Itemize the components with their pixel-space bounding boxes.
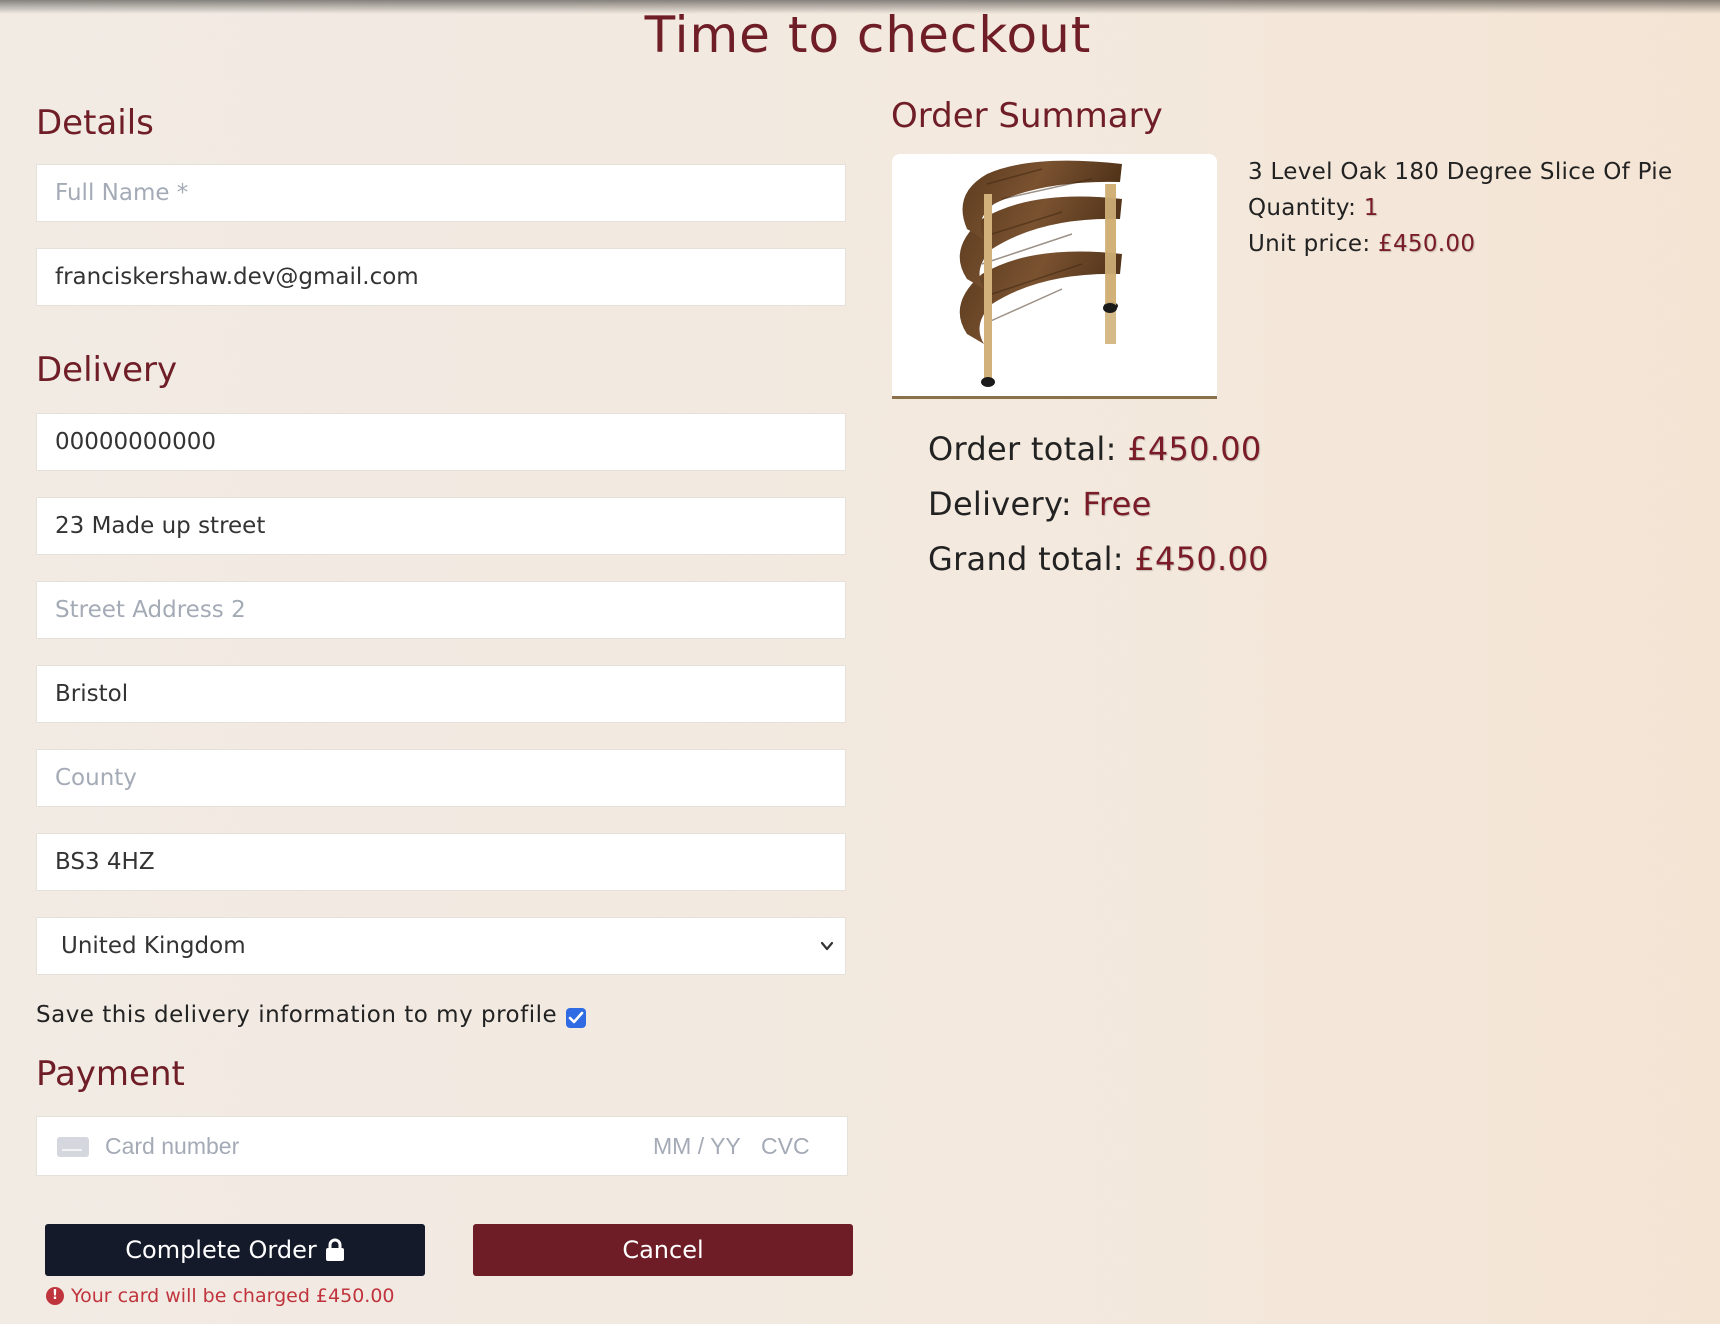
save-info-checkbox[interactable] [566, 1008, 586, 1028]
product-name[interactable]: 3 Level Oak 180 Degree Slice Of Pie [1248, 154, 1672, 190]
credit-card-icon [57, 1137, 89, 1157]
exclamation-circle-icon: ! [46, 1287, 64, 1305]
complete-order-button[interactable]: Complete Order [45, 1224, 425, 1276]
delivery-heading: Delivery [36, 350, 178, 390]
grand-total-label: Grand total: [928, 540, 1124, 578]
unit-price-value: £450.00 [1378, 231, 1476, 257]
chevron-down-icon [820, 941, 834, 951]
order-total-value: £450.00 [1127, 430, 1262, 468]
cancel-button[interactable]: Cancel [473, 1224, 853, 1276]
product-quantity-row: Quantity: 1 [1248, 190, 1672, 226]
complete-order-label: Complete Order [125, 1236, 317, 1264]
product-image[interactable] [892, 154, 1217, 399]
product-unit-price-row: Unit price: £450.00 [1248, 226, 1672, 262]
card-number-field[interactable]: Card number [105, 1133, 239, 1160]
postcode-input[interactable] [36, 833, 846, 891]
country-selected-value: United Kingdom [61, 933, 246, 959]
cancel-label: Cancel [622, 1236, 704, 1264]
delivery-cost-label: Delivery: [928, 485, 1072, 523]
oak-shelf-illustration [959, 160, 1122, 387]
quantity-value: 1 [1363, 195, 1379, 221]
country-select[interactable]: United Kingdom [36, 917, 846, 975]
order-totals: Order total: £450.00 Delivery: Free Gran… [928, 422, 1269, 587]
grand-total-row: Grand total: £450.00 [928, 532, 1269, 587]
product-info: 3 Level Oak 180 Degree Slice Of Pie Quan… [1248, 154, 1672, 262]
card-cvc-field[interactable]: CVC [761, 1133, 810, 1160]
street-address-1-input[interactable] [36, 497, 846, 555]
charge-notice: ! Your card will be charged £450.00 [46, 1285, 395, 1307]
phone-input[interactable] [36, 413, 846, 471]
charge-notice-text: Your card will be charged £450.00 [71, 1285, 395, 1307]
full-name-input[interactable] [36, 164, 846, 222]
card-expiry-field[interactable]: MM / YY [653, 1133, 741, 1160]
order-total-label: Order total: [928, 430, 1117, 468]
checkmark-icon [568, 1011, 584, 1024]
grand-total-value: £450.00 [1134, 540, 1269, 578]
order-total-row: Order total: £450.00 [928, 422, 1269, 477]
payment-heading: Payment [36, 1054, 185, 1094]
card-element[interactable]: Card number MM / YY CVC [36, 1116, 848, 1176]
street-address-2-input[interactable] [36, 581, 846, 639]
delivery-cost-row: Delivery: Free [928, 477, 1269, 532]
page-title: Time to checkout [644, 6, 1092, 64]
email-input[interactable] [36, 248, 846, 306]
unit-price-label: Unit price: [1248, 231, 1371, 257]
county-input[interactable] [36, 749, 846, 807]
order-summary-heading: Order Summary [891, 96, 1163, 136]
details-heading: Details [36, 103, 154, 143]
save-info-label: Save this delivery information to my pro… [36, 1002, 558, 1028]
quantity-label: Quantity: [1248, 195, 1357, 221]
town-input[interactable] [36, 665, 846, 723]
lock-icon [325, 1238, 344, 1261]
delivery-cost-value: Free [1082, 485, 1152, 523]
